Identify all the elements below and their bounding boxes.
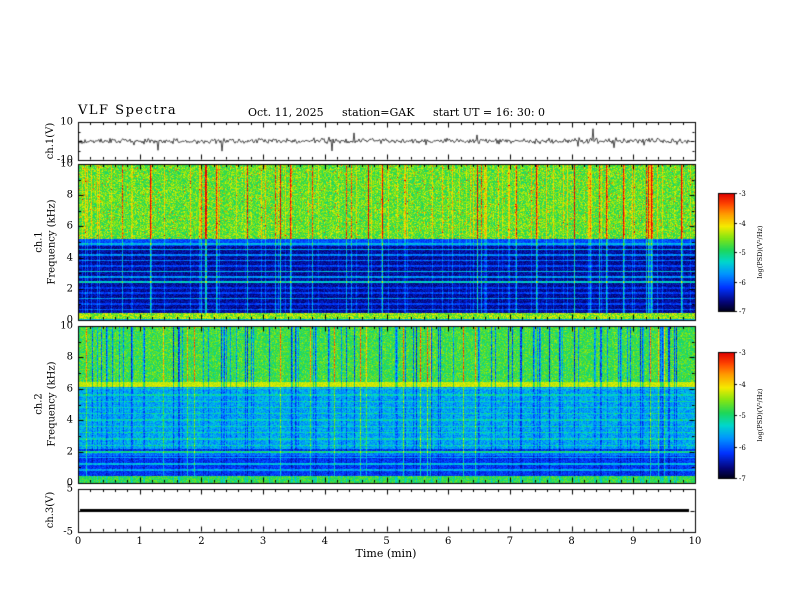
ch3-voltage-axis-label: ch.3(V)	[44, 491, 56, 529]
ch1-voltage-axis-label: ch.1(V)	[44, 122, 56, 160]
x-axis-tick-label: 10	[688, 536, 702, 547]
vlf-spectra-figure: VLF Spectra Oct. 11, 2025 station=GAK st…	[0, 0, 792, 612]
x-axis-tick-label: 3	[259, 536, 267, 547]
colorbar-tick-label: -6	[739, 443, 746, 452]
colorbar-tick-label: -7	[739, 474, 746, 483]
ch2-frequency-axis-label-line2: Frequency (kHz)	[46, 361, 57, 447]
y-axis-tick-label: 6	[66, 383, 73, 395]
time-axis-label: Time (min)	[355, 547, 417, 560]
ch2-frequency-axis-label: ch.2 Frequency (kHz)	[34, 361, 59, 446]
ch1-frequency-axis-label: ch.1 Frequency (kHz)	[34, 199, 59, 284]
colorbar-tick-label: -3	[739, 348, 746, 357]
ch1-frequency-axis-label-line1: ch.1	[33, 231, 45, 253]
plot-canvas	[0, 0, 792, 612]
x-axis-tick-label: 2	[198, 536, 205, 547]
colorbar-tick-label: -6	[739, 278, 746, 287]
x-axis-tick-label: 8	[568, 536, 575, 547]
title-date: Oct. 11, 2025	[248, 106, 324, 119]
y-axis-tick-label: 10	[60, 158, 73, 170]
y-axis-tick-label: 2	[66, 283, 73, 295]
y-axis-tick-label: 10	[60, 320, 73, 332]
ch1-frequency-axis-label-line2: Frequency (kHz)	[46, 199, 57, 285]
x-axis-tick-label: 4	[321, 536, 328, 547]
colorbar-tick-label: -5	[739, 411, 746, 420]
y-axis-tick-label: 8	[66, 351, 73, 363]
x-axis-tick-label: 6	[445, 536, 452, 547]
title-station: station=GAK	[342, 106, 415, 119]
colorbar2-psd-label: log(PSD)(V²/Hz)	[755, 388, 764, 442]
y-axis-tick-label: 5	[66, 483, 73, 495]
y-axis-tick-label: -5	[63, 526, 73, 538]
x-axis-tick-label: 7	[506, 536, 514, 547]
y-axis-tick-label: 8	[66, 189, 73, 201]
y-axis-tick-label: 10	[60, 116, 73, 128]
colorbar-tick-label: -4	[739, 380, 746, 389]
colorbar1-psd-label: log(PSD)(V²/Hz)	[755, 225, 764, 279]
y-axis-tick-label: 6	[66, 220, 73, 232]
colorbar-tick-label: -7	[739, 307, 746, 316]
figure-title: VLF Spectra	[78, 103, 178, 118]
colorbar-tick-label: -4	[739, 219, 746, 228]
x-axis-tick-label: 9	[630, 536, 637, 547]
y-axis-tick-label: 2	[66, 446, 73, 458]
title-start-ut: start UT = 16: 30: 0	[433, 106, 546, 119]
ch2-frequency-axis-label-line1: ch.2	[33, 393, 45, 415]
y-axis-tick-label: 4	[66, 414, 73, 426]
x-axis-tick-label: 5	[383, 536, 390, 547]
colorbar-tick-label: -3	[739, 189, 746, 198]
y-axis-tick-label: 4	[66, 252, 73, 264]
colorbar-tick-label: -5	[739, 248, 746, 257]
x-axis-tick-label: 1	[136, 536, 143, 547]
x-axis-tick-label: 0	[74, 536, 82, 547]
